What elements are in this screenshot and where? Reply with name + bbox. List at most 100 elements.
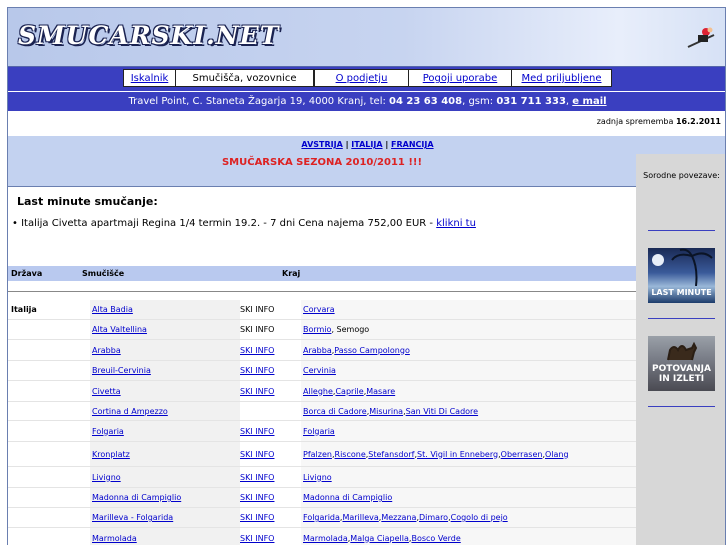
place-link[interactable]: Olang	[545, 450, 569, 459]
resort-link[interactable]: Alta Valtellina	[92, 325, 147, 334]
nav-search-link[interactable]: Iskalnik	[131, 73, 169, 84]
ski-info-link[interactable]: SKI INFO	[240, 346, 274, 355]
place-link[interactable]: Folgaria	[303, 427, 335, 436]
ski-info-link[interactable]: SKI INFO	[240, 513, 274, 522]
row-resort-cell: Cortina d Ampezzo	[90, 402, 240, 420]
resort-link[interactable]: Kronplatz	[92, 450, 130, 459]
row-places-cell: Corvara	[301, 300, 636, 319]
place-plain: , Semogo	[331, 325, 370, 334]
related-links-sidebar: Sorodne povezave: LAST MINUTE POTOVANJA …	[636, 154, 725, 545]
country-link-austria[interactable]: AVSTRIJA	[301, 140, 342, 149]
resort-link[interactable]: Civetta	[92, 387, 121, 396]
nav-terms[interactable]: Pogoji uporabe	[409, 69, 512, 87]
row-ski-info-cell: SKI INFO	[240, 381, 300, 401]
sidebar-divider	[648, 406, 715, 407]
contact-phone: 04 23 63 408	[389, 96, 463, 107]
place-link[interactable]: Alleghe	[303, 387, 333, 396]
ski-info-link[interactable]: SKI INFO	[240, 366, 274, 375]
place-link[interactable]: Arabba	[303, 346, 332, 355]
resort-link[interactable]: Livigno	[92, 473, 121, 482]
site-logo[interactable]: SMUCARSKI.NET	[18, 21, 279, 50]
related-links-title: Sorodne povezave:	[643, 171, 720, 180]
header-region: Kraj	[282, 269, 301, 278]
nav-about[interactable]: O podjetju	[314, 69, 409, 87]
ski-info-link[interactable]: SKI INFO	[240, 450, 274, 459]
place-link[interactable]: Riscone	[335, 450, 366, 459]
ski-info-link[interactable]: SKI INFO	[240, 493, 274, 502]
row-ski-info-cell: SKI INFO	[240, 421, 300, 441]
resort-link[interactable]: Arabba	[92, 346, 121, 355]
contact-address: Travel Point, C. Staneta Žagarja 19, 400…	[128, 96, 390, 107]
place-link[interactable]: Caprile	[335, 387, 363, 396]
row-resort-cell: Alta Valtellina	[90, 320, 240, 339]
contact-bar: Travel Point, C. Staneta Žagarja 19, 400…	[8, 92, 725, 111]
season-title: SMUČARSKA SEZONA 2010/2011 !!!	[221, 157, 423, 168]
row-ski-info-cell: SKI INFO	[240, 300, 300, 319]
table-row: Italija Alta Badia SKI INFO Corvara	[8, 300, 636, 320]
ski-info-link: SKI INFO	[240, 325, 275, 334]
nav-search[interactable]: Iskalnik	[123, 69, 176, 87]
place-link[interactable]: Livigno	[303, 473, 332, 482]
place-link[interactable]: Cogolo di pejo	[451, 513, 508, 522]
contact-gsm-label: , gsm:	[462, 96, 497, 107]
place-link[interactable]: St. Vigil in Enneberg	[417, 450, 498, 459]
place-link[interactable]: Marilleva	[342, 513, 378, 522]
contact-email-link[interactable]: e mail	[572, 96, 606, 107]
camel-icon	[667, 341, 698, 361]
place-link[interactable]: Corvara	[303, 305, 335, 314]
place-link[interactable]: Bosco Verde	[411, 534, 460, 543]
row-places-cell: Cervinia	[301, 361, 636, 380]
nav-favorites[interactable]: Med priljubljene	[512, 69, 612, 87]
row-ski-info-cell: SKI INFO	[240, 467, 300, 487]
ski-info-link[interactable]: SKI INFO	[240, 534, 274, 543]
row-places-cell: Marmolada, Malga Ciapella, Bosco Verde	[301, 528, 636, 545]
nav-about-link[interactable]: O podjetju	[336, 73, 388, 84]
row-places-cell: Borca di Cadore, Misurina, San Viti Di C…	[301, 402, 636, 420]
place-link[interactable]: Madonna di Campiglio	[303, 493, 392, 502]
place-link[interactable]: Stefansdorf	[368, 450, 414, 459]
place-link[interactable]: Mezzana	[381, 513, 416, 522]
nav-terms-link[interactable]: Pogoji uporabe	[423, 73, 498, 84]
place-link[interactable]: Marmolada	[303, 534, 348, 543]
row-places-cell: Bormio, Semogo	[301, 320, 636, 339]
resort-link[interactable]: Marilleva - Folgarida	[92, 513, 173, 522]
place-link[interactable]: Bormio	[303, 325, 331, 334]
table-row: Breuil-Cervinia SKI INFO Cervinia	[8, 361, 636, 381]
resort-link[interactable]: Breuil-Cervinia	[92, 366, 151, 375]
table-row: Livigno SKI INFO Livigno	[8, 467, 636, 488]
place-link[interactable]: Oberrasen	[501, 450, 543, 459]
place-link[interactable]: Misurina	[369, 407, 403, 416]
table-row: Civetta SKI INFO Alleghe, Caprile, Masare	[8, 381, 636, 402]
place-link[interactable]: Passo Campolongo	[334, 346, 410, 355]
ski-info-link[interactable]: SKI INFO	[240, 473, 274, 482]
ski-info-link[interactable]: SKI INFO	[240, 387, 274, 396]
resort-link[interactable]: Cortina d Ampezzo	[92, 407, 168, 416]
offer-link[interactable]: klikni tu	[436, 218, 476, 229]
table-row: Marmolada SKI INFO Marmolada, Malga Ciapel…	[8, 528, 636, 545]
place-link[interactable]: Dimaro	[419, 513, 448, 522]
nav-favorites-link[interactable]: Med priljubljene	[522, 73, 602, 84]
ski-info-link[interactable]: SKI INFO	[240, 427, 274, 436]
table-row: Alta Valtellina SKI INFO Bormio, Semogo	[8, 320, 636, 340]
resort-link[interactable]: Madonna di Campiglio	[92, 493, 181, 502]
travel-banner[interactable]: POTOVANJA IN IZLETI	[648, 336, 715, 391]
resort-link[interactable]: Marmolada	[92, 534, 137, 543]
country-link-italy[interactable]: ITALIJA	[351, 140, 382, 149]
table-row: Kronplatz SKI INFO Pfalzen, Riscone, Stefa…	[8, 442, 636, 467]
place-link[interactable]: San Viti Di Cadore	[406, 407, 478, 416]
resort-link[interactable]: Alta Badia	[92, 305, 133, 314]
nav-resorts[interactable]: Smučišča, vozovnice	[176, 69, 314, 87]
row-resort-cell: Arabba	[90, 340, 240, 360]
row-resort-cell: Marmolada	[90, 528, 240, 545]
last-minute-banner[interactable]: LAST MINUTE	[648, 248, 715, 303]
place-link[interactable]: Masare	[366, 387, 395, 396]
resort-link[interactable]: Folgaria	[92, 427, 124, 436]
place-link[interactable]: Cervinia	[303, 366, 336, 375]
place-link[interactable]: Pfalzen	[303, 450, 332, 459]
place-link[interactable]: Folgarida	[303, 513, 340, 522]
row-resort-cell: Kronplatz	[90, 442, 240, 466]
last-minute-banner-label: LAST MINUTE	[651, 288, 712, 297]
place-link[interactable]: Malga Ciapella	[350, 534, 409, 543]
country-link-france[interactable]: FRANCIJA	[391, 140, 434, 149]
place-link[interactable]: Borca di Cadore	[303, 407, 367, 416]
